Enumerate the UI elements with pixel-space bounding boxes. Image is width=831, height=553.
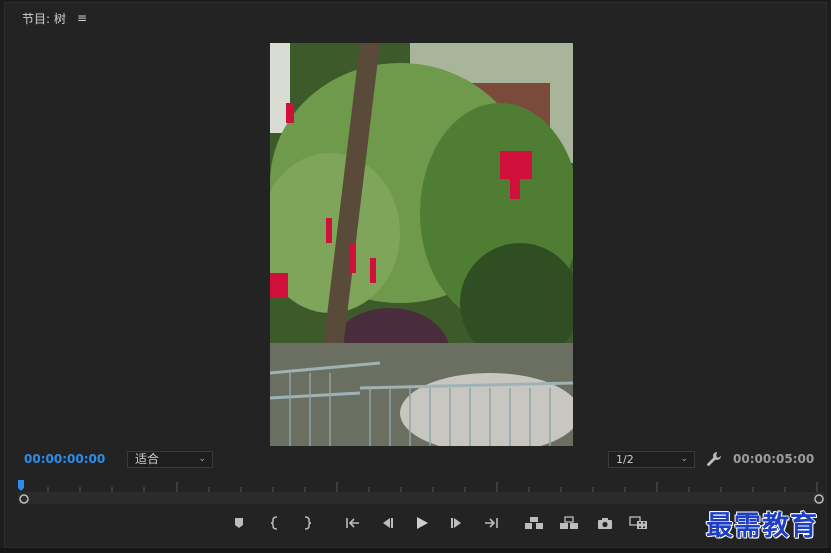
marker-icon (235, 518, 243, 528)
add-marker-button[interactable] (228, 513, 250, 533)
play-icon (417, 517, 428, 529)
panel-title[interactable]: 节目: 树 (22, 10, 66, 27)
playhead-icon (18, 480, 24, 491)
step-back-button[interactable] (376, 513, 398, 533)
program-video-frame[interactable] (270, 43, 573, 446)
go-to-out-icon (485, 518, 498, 528)
mark-in-button[interactable] (264, 513, 286, 533)
time-ruler[interactable] (18, 478, 824, 508)
playback-resolution-select[interactable]: 1/2 ⌄ (608, 451, 695, 468)
play-button[interactable] (411, 513, 433, 533)
go-to-out-button[interactable] (480, 513, 502, 533)
mark-out-icon (304, 516, 312, 530)
compare-icon (629, 515, 647, 529)
lift-button[interactable] (523, 513, 545, 533)
chevron-down-icon: ⌄ (680, 454, 688, 464)
mark-in-icon (270, 516, 278, 530)
watermark-logo: 最需教育 (706, 511, 818, 542)
panel-menu-icon[interactable]: ≡ (77, 11, 87, 25)
extract-icon (560, 516, 578, 529)
zoom-level-value: 适合 (135, 452, 160, 466)
step-forward-icon (451, 518, 461, 528)
wrench-settings-icon[interactable] (706, 451, 722, 467)
lift-icon (525, 517, 543, 529)
export-frame-button[interactable] (594, 513, 616, 533)
camera-icon (598, 517, 612, 529)
chevron-down-icon: ⌄ (198, 454, 206, 464)
zoom-level-select[interactable]: 适合 ⌄ (127, 451, 213, 468)
video-content (270, 43, 573, 446)
go-to-in-icon (346, 518, 359, 528)
step-back-icon (383, 518, 393, 528)
go-to-in-button[interactable] (342, 513, 364, 533)
compare-view-button[interactable] (628, 513, 650, 533)
extract-button[interactable] (558, 513, 580, 533)
duration-timecode: 00:00:05:00 (733, 452, 815, 466)
resolution-value: 1/2 (616, 453, 634, 466)
current-timecode[interactable]: 00:00:00:00 (24, 452, 105, 466)
panel-bottom-border (0, 548, 831, 553)
mark-out-button[interactable] (296, 513, 318, 533)
step-forward-button[interactable] (446, 513, 468, 533)
